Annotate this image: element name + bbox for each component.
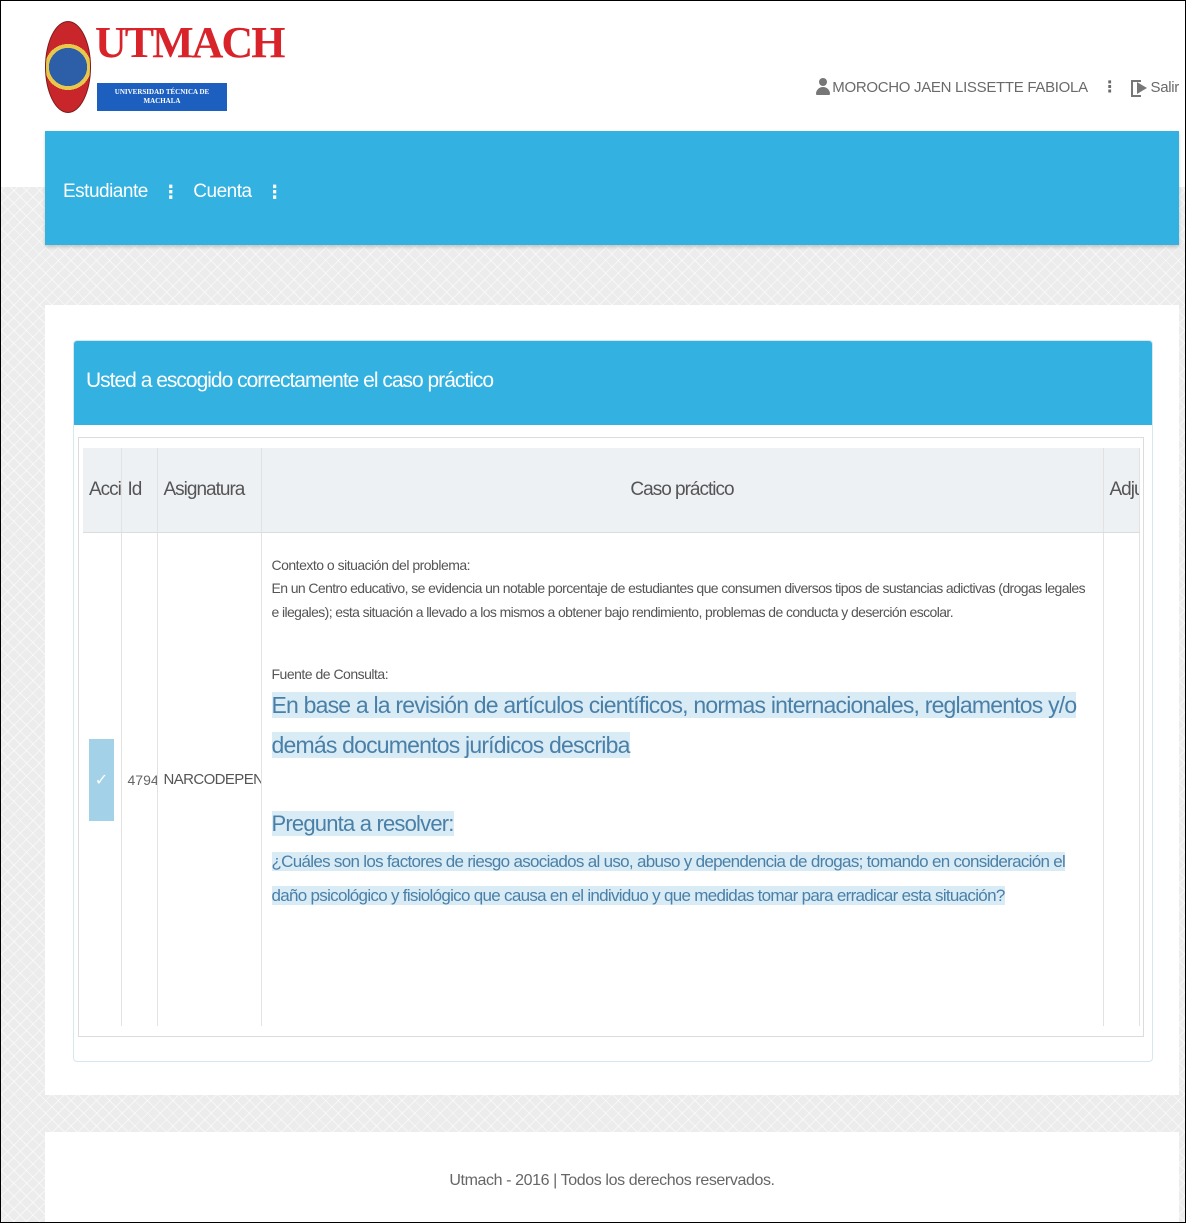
column-header-id: Id	[121, 448, 158, 533]
footer-copyright: Utmach - 2016 | Todos los derechos reser…	[449, 1172, 775, 1189]
nav-menu: Estudiante ⋮ Cuenta ⋮	[63, 181, 297, 203]
cell-adjunto	[1103, 532, 1140, 1026]
nav-separator-icon: ⋮	[161, 181, 180, 202]
fuente-label: Fuente de Consulta:	[271, 666, 389, 682]
cell-id: 4794	[121, 532, 158, 1026]
nav-item-cuenta[interactable]: Cuenta	[193, 181, 252, 203]
separator-icon: ⋮	[1101, 79, 1118, 96]
check-icon: ✓	[94, 771, 109, 789]
logout-icon[interactable]	[1131, 79, 1148, 97]
panel-header: Usted a escogido correctamente el caso p…	[74, 341, 1152, 425]
fuente-text-highlight: En base a la revisión de artículos cient…	[271, 692, 1077, 758]
pregunta-label: Pregunta a resolver:	[271, 811, 1093, 837]
logo-subtitle: UNIVERSIDAD TÉCNICA DE MACHALA	[97, 83, 227, 111]
contexto-text: En un Centro educativo, se evidencia un …	[271, 580, 1086, 620]
pregunta-text-highlight: ¿Cuáles son los factores de riesgo asoci…	[271, 852, 1066, 905]
column-header-asignatura: Asignatura	[157, 448, 262, 533]
column-header-accion: Acci	[83, 448, 122, 533]
university-seal-icon	[45, 21, 91, 113]
caso-table: Acci Id Asignatura Caso práctico Adju ✓	[83, 448, 1140, 1026]
table-header-row: Acci Id Asignatura Caso práctico Adju	[83, 448, 1140, 533]
content-card: Usted a escogido correctamente el caso p…	[45, 305, 1179, 1095]
contexto-label: Contexto o situación del problema:	[271, 557, 471, 573]
cell-caso-practico: Contexto o situación del problema: En un…	[261, 532, 1104, 1026]
result-panel: Usted a escogido correctamente el caso p…	[73, 340, 1153, 1062]
utmach-logo[interactable]: UTMACH UNIVERSIDAD TÉCNICA DE MACHALA	[45, 19, 285, 117]
panel-title: Usted a escogido correctamente el caso p…	[86, 369, 494, 392]
pregunta-label-highlight: Pregunta a resolver:	[271, 811, 454, 836]
user-name[interactable]: MOROCHO JAEN LISSETTE FABIOLA	[832, 79, 1088, 96]
column-header-caso: Caso práctico	[261, 448, 1104, 533]
user-area: MOROCHO JAEN LISSETTE FABIOLA ⋮ Salir	[816, 71, 1179, 103]
main-navbar: Estudiante ⋮ Cuenta ⋮	[45, 131, 1179, 245]
table-container: Acci Id Asignatura Caso práctico Adju ✓	[78, 437, 1144, 1037]
cell-accion: ✓	[83, 532, 122, 1026]
table-row: ✓ 4794 NARCODEPENDENCIA Contexto o situa…	[83, 532, 1140, 1026]
page-footer: Utmach - 2016 | Todos los derechos reser…	[45, 1132, 1179, 1222]
select-check-button[interactable]: ✓	[89, 738, 114, 821]
logout-link[interactable]: Salir	[1150, 79, 1179, 96]
cell-asignatura: NARCODEPENDENCIA	[157, 532, 262, 1026]
page-frame: UTMACH UNIVERSIDAD TÉCNICA DE MACHALA MO…	[0, 0, 1186, 1223]
user-icon	[816, 78, 831, 96]
logo-wordmark: UTMACH	[95, 18, 285, 67]
fuente-text: En base a la revisión de artículos cient…	[271, 685, 1093, 765]
pregunta-text: ¿Cuáles son los factores de riesgo asoci…	[271, 845, 1093, 913]
column-header-adjunto: Adju	[1103, 448, 1140, 533]
nav-separator-icon: ⋮	[265, 181, 284, 202]
nav-item-estudiante[interactable]: Estudiante	[63, 181, 148, 203]
